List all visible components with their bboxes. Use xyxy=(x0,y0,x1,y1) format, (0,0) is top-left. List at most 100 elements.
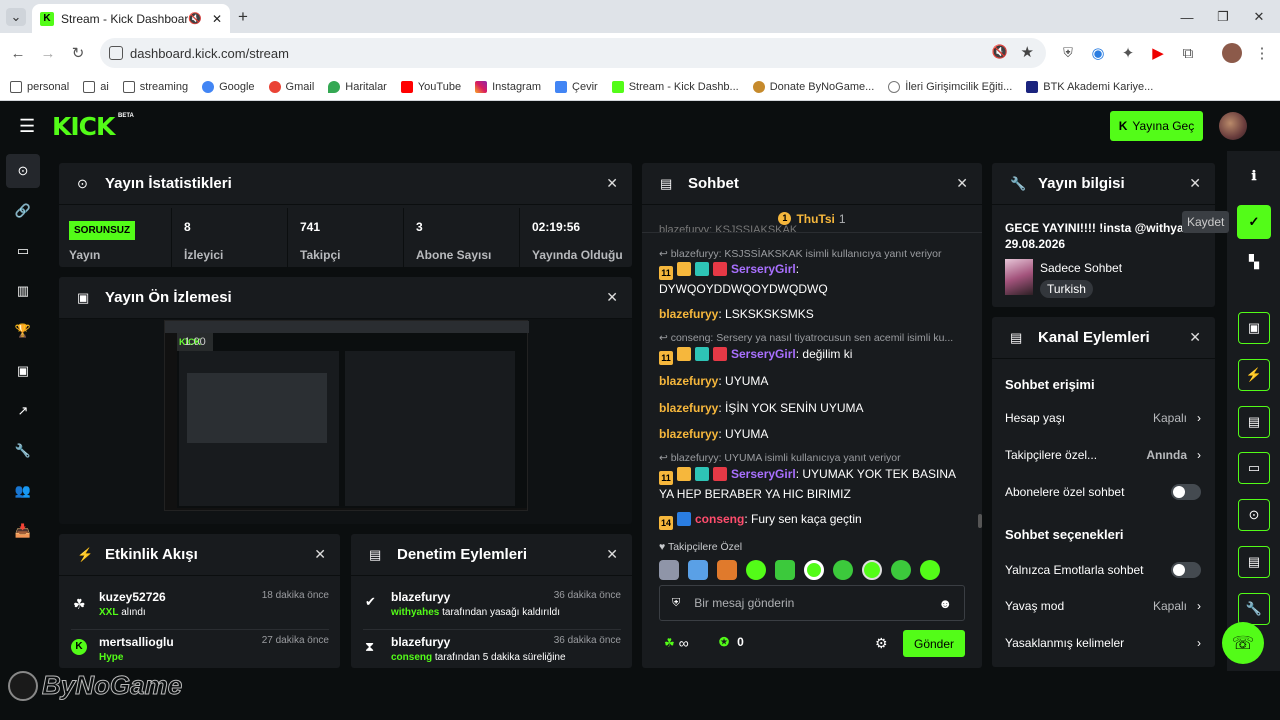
emoji-picker-icon[interactable]: ☻ xyxy=(938,596,952,611)
emote-icon[interactable] xyxy=(891,560,911,580)
emote-only-toggle[interactable] xyxy=(1171,562,1201,578)
chat-message[interactable]: blazefuryy: İŞİN YOK SENİN UYUMA xyxy=(659,399,969,417)
chat-scrollbar[interactable] xyxy=(978,514,982,528)
chat-message[interactable]: 11 SerseryGirl: değilim ki xyxy=(659,345,969,365)
go-live-button[interactable]: K Yayına Geç xyxy=(1110,111,1203,141)
close-icon[interactable]: ✕ xyxy=(1189,329,1201,346)
emote-icon[interactable] xyxy=(688,560,708,580)
emote-icon[interactable] xyxy=(804,560,824,580)
analytics-icon[interactable]: ▥ xyxy=(6,274,40,308)
address-bar[interactable]: dashboard.kick.com/stream 🔇 ★ xyxy=(100,38,1046,68)
bookmark-item[interactable]: streaming xyxy=(122,80,188,93)
bookmark-item[interactable]: YouTube xyxy=(400,80,461,93)
chat-message[interactable]: blazefuryy: UYUMA xyxy=(659,425,969,443)
wrench-icon[interactable]: 🔧 xyxy=(6,434,40,468)
bookmark-item[interactable]: Stream - Kick Dashb... xyxy=(611,80,739,93)
chat-message[interactable]: 11 SerseryGirl: UYUMAK YOK TEK BASINA YA … xyxy=(659,465,969,503)
channel-actions-toggle-icon[interactable]: ▤ xyxy=(1238,546,1270,578)
chat-settings-gear-icon[interactable]: ⚙ xyxy=(875,635,888,652)
inbox-icon[interactable]: 📥 xyxy=(6,514,40,548)
chat-message[interactable]: 11 SerseryGirl: DYWQOYDDWQOYDWQDWQ xyxy=(659,260,969,298)
user-avatar[interactable] xyxy=(1219,112,1247,140)
send-button[interactable]: Gönder xyxy=(903,630,965,657)
close-icon[interactable]: ✕ xyxy=(606,289,618,306)
bookmark-item[interactable]: Donate ByNoGame... xyxy=(752,80,874,93)
kick-logo[interactable]: KICK xyxy=(52,112,115,141)
browser-tab[interactable]: K Stream - Kick Dashboard 🔇 ✕ xyxy=(32,4,230,33)
bookmark-item[interactable]: personal xyxy=(10,80,69,93)
bookmark-item[interactable]: Instagram xyxy=(475,80,541,93)
close-icon[interactable]: ✕ xyxy=(606,175,618,192)
bookmark-item[interactable]: İleri Girişimcilik Eğiti... xyxy=(888,80,1012,93)
info-icon[interactable]: ℹ xyxy=(1238,160,1270,192)
preview-video[interactable]: KICK 1.00 xyxy=(164,320,529,511)
shield-extension-icon[interactable]: ⛨ xyxy=(1058,43,1078,63)
emote-icon[interactable] xyxy=(775,560,795,580)
emote-icon[interactable] xyxy=(833,560,853,580)
bookmark-item[interactable]: ai xyxy=(83,80,109,93)
profile-avatar-icon[interactable] xyxy=(1222,43,1242,63)
kick-credits[interactable]: ✪ 0 xyxy=(719,635,744,649)
pinned-username[interactable]: ThuTsi xyxy=(796,212,834,226)
extensions-puzzle-icon[interactable]: ⧉ xyxy=(1178,43,1198,63)
bookmark-item[interactable]: Google xyxy=(202,80,255,93)
layout-icon[interactable]: ▚ xyxy=(1238,246,1270,278)
emote-icon[interactable] xyxy=(862,560,882,580)
subscribers-only-toggle[interactable] xyxy=(1171,484,1201,500)
site-info-icon[interactable] xyxy=(109,46,123,60)
back-icon[interactable]: ← xyxy=(8,43,28,63)
setting-banned-words[interactable]: Yasaklanmış kelimeler › xyxy=(1005,636,1201,650)
close-icon[interactable]: ✕ xyxy=(956,175,968,192)
restore-button[interactable]: ❐ xyxy=(1214,8,1232,26)
save-check-button[interactable]: ✓ xyxy=(1237,205,1271,239)
reload-icon[interactable]: ↻ xyxy=(68,43,88,63)
community-icon[interactable]: 👥 xyxy=(6,474,40,508)
growth-chart-icon[interactable]: ↗ xyxy=(6,394,40,428)
chat-input[interactable]: ⛨ Bir mesaj gönderin ☻ xyxy=(659,585,965,621)
chat-message[interactable]: 14 conseng: Fury sen kaça geçtin xyxy=(659,510,969,530)
bookmark-star-icon[interactable]: ★ xyxy=(1021,43,1034,61)
youtube-extension-icon[interactable]: ▶ xyxy=(1148,43,1168,63)
new-tab-button[interactable]: + xyxy=(234,7,252,26)
forward-icon[interactable]: → xyxy=(38,43,58,63)
chat-message[interactable]: blazefuryy: LSKSKSKSMKS xyxy=(659,305,969,323)
bookmark-item[interactable]: Gmail xyxy=(268,80,314,93)
close-icon[interactable]: ✕ xyxy=(1189,175,1201,192)
extension-dark-icon[interactable]: ✦ xyxy=(1118,43,1138,63)
emote-icon[interactable] xyxy=(920,560,940,580)
hamburger-menu-icon[interactable]: ☰ xyxy=(19,116,35,137)
emote-icon[interactable] xyxy=(659,560,679,580)
browser-menu-icon[interactable]: ⋮ xyxy=(1252,43,1272,63)
tab-close-icon[interactable]: ✕ xyxy=(212,12,222,26)
bookmark-item[interactable]: BTK Akademi Kariye... xyxy=(1026,80,1153,93)
close-icon[interactable]: ✕ xyxy=(314,546,326,563)
category-name[interactable]: Sadece Sohbet xyxy=(1040,261,1122,275)
emote-icon[interactable] xyxy=(717,560,737,580)
window-close-button[interactable]: ✕ xyxy=(1250,8,1268,26)
trophy-icon[interactable]: 🏆 xyxy=(6,314,40,348)
emote-icon[interactable] xyxy=(746,560,766,580)
stats-toggle-icon[interactable]: ⊙ xyxy=(1238,499,1270,531)
tab-search-icon[interactable]: ⌄ xyxy=(6,8,26,26)
bookmark-item[interactable]: Haritalar xyxy=(328,80,387,93)
minimize-button[interactable]: — xyxy=(1178,8,1196,26)
video-icon[interactable]: ▣ xyxy=(6,354,40,388)
link-icon[interactable]: 🔗 xyxy=(6,194,40,228)
setting-account-age[interactable]: Hesap yaşı Kapalı › xyxy=(1005,411,1201,425)
stream-info-toggle-icon[interactable]: 🔧 xyxy=(1238,593,1270,625)
moderation-toggle-icon[interactable]: ▤ xyxy=(1238,406,1270,438)
extension-blue-icon[interactable]: ◉ xyxy=(1088,43,1108,63)
setting-followers-only[interactable]: Takipçilere özel... Anında › xyxy=(1005,448,1201,462)
stream-dashboard-icon[interactable]: ⊙ xyxy=(6,154,40,188)
setting-slow-mode[interactable]: Yavaş mod Kapalı › xyxy=(1005,599,1201,613)
preview-toggle-icon[interactable]: ▣ xyxy=(1238,312,1270,344)
bookmark-item[interactable]: Çevir xyxy=(555,80,598,93)
window-icon[interactable]: ▭ xyxy=(6,234,40,268)
channel-points[interactable]: ☘ ∞ xyxy=(664,635,689,651)
activity-toggle-icon[interactable]: ⚡ xyxy=(1238,359,1270,391)
muted-site-icon[interactable]: 🔇 xyxy=(992,44,1008,60)
close-icon[interactable]: ✕ xyxy=(606,546,618,563)
mute-icon[interactable]: 🔇 xyxy=(188,12,202,25)
chat-toggle-icon[interactable]: ▭ xyxy=(1238,452,1270,484)
chat-message[interactable]: blazefuryy: UYUMA xyxy=(659,372,969,390)
